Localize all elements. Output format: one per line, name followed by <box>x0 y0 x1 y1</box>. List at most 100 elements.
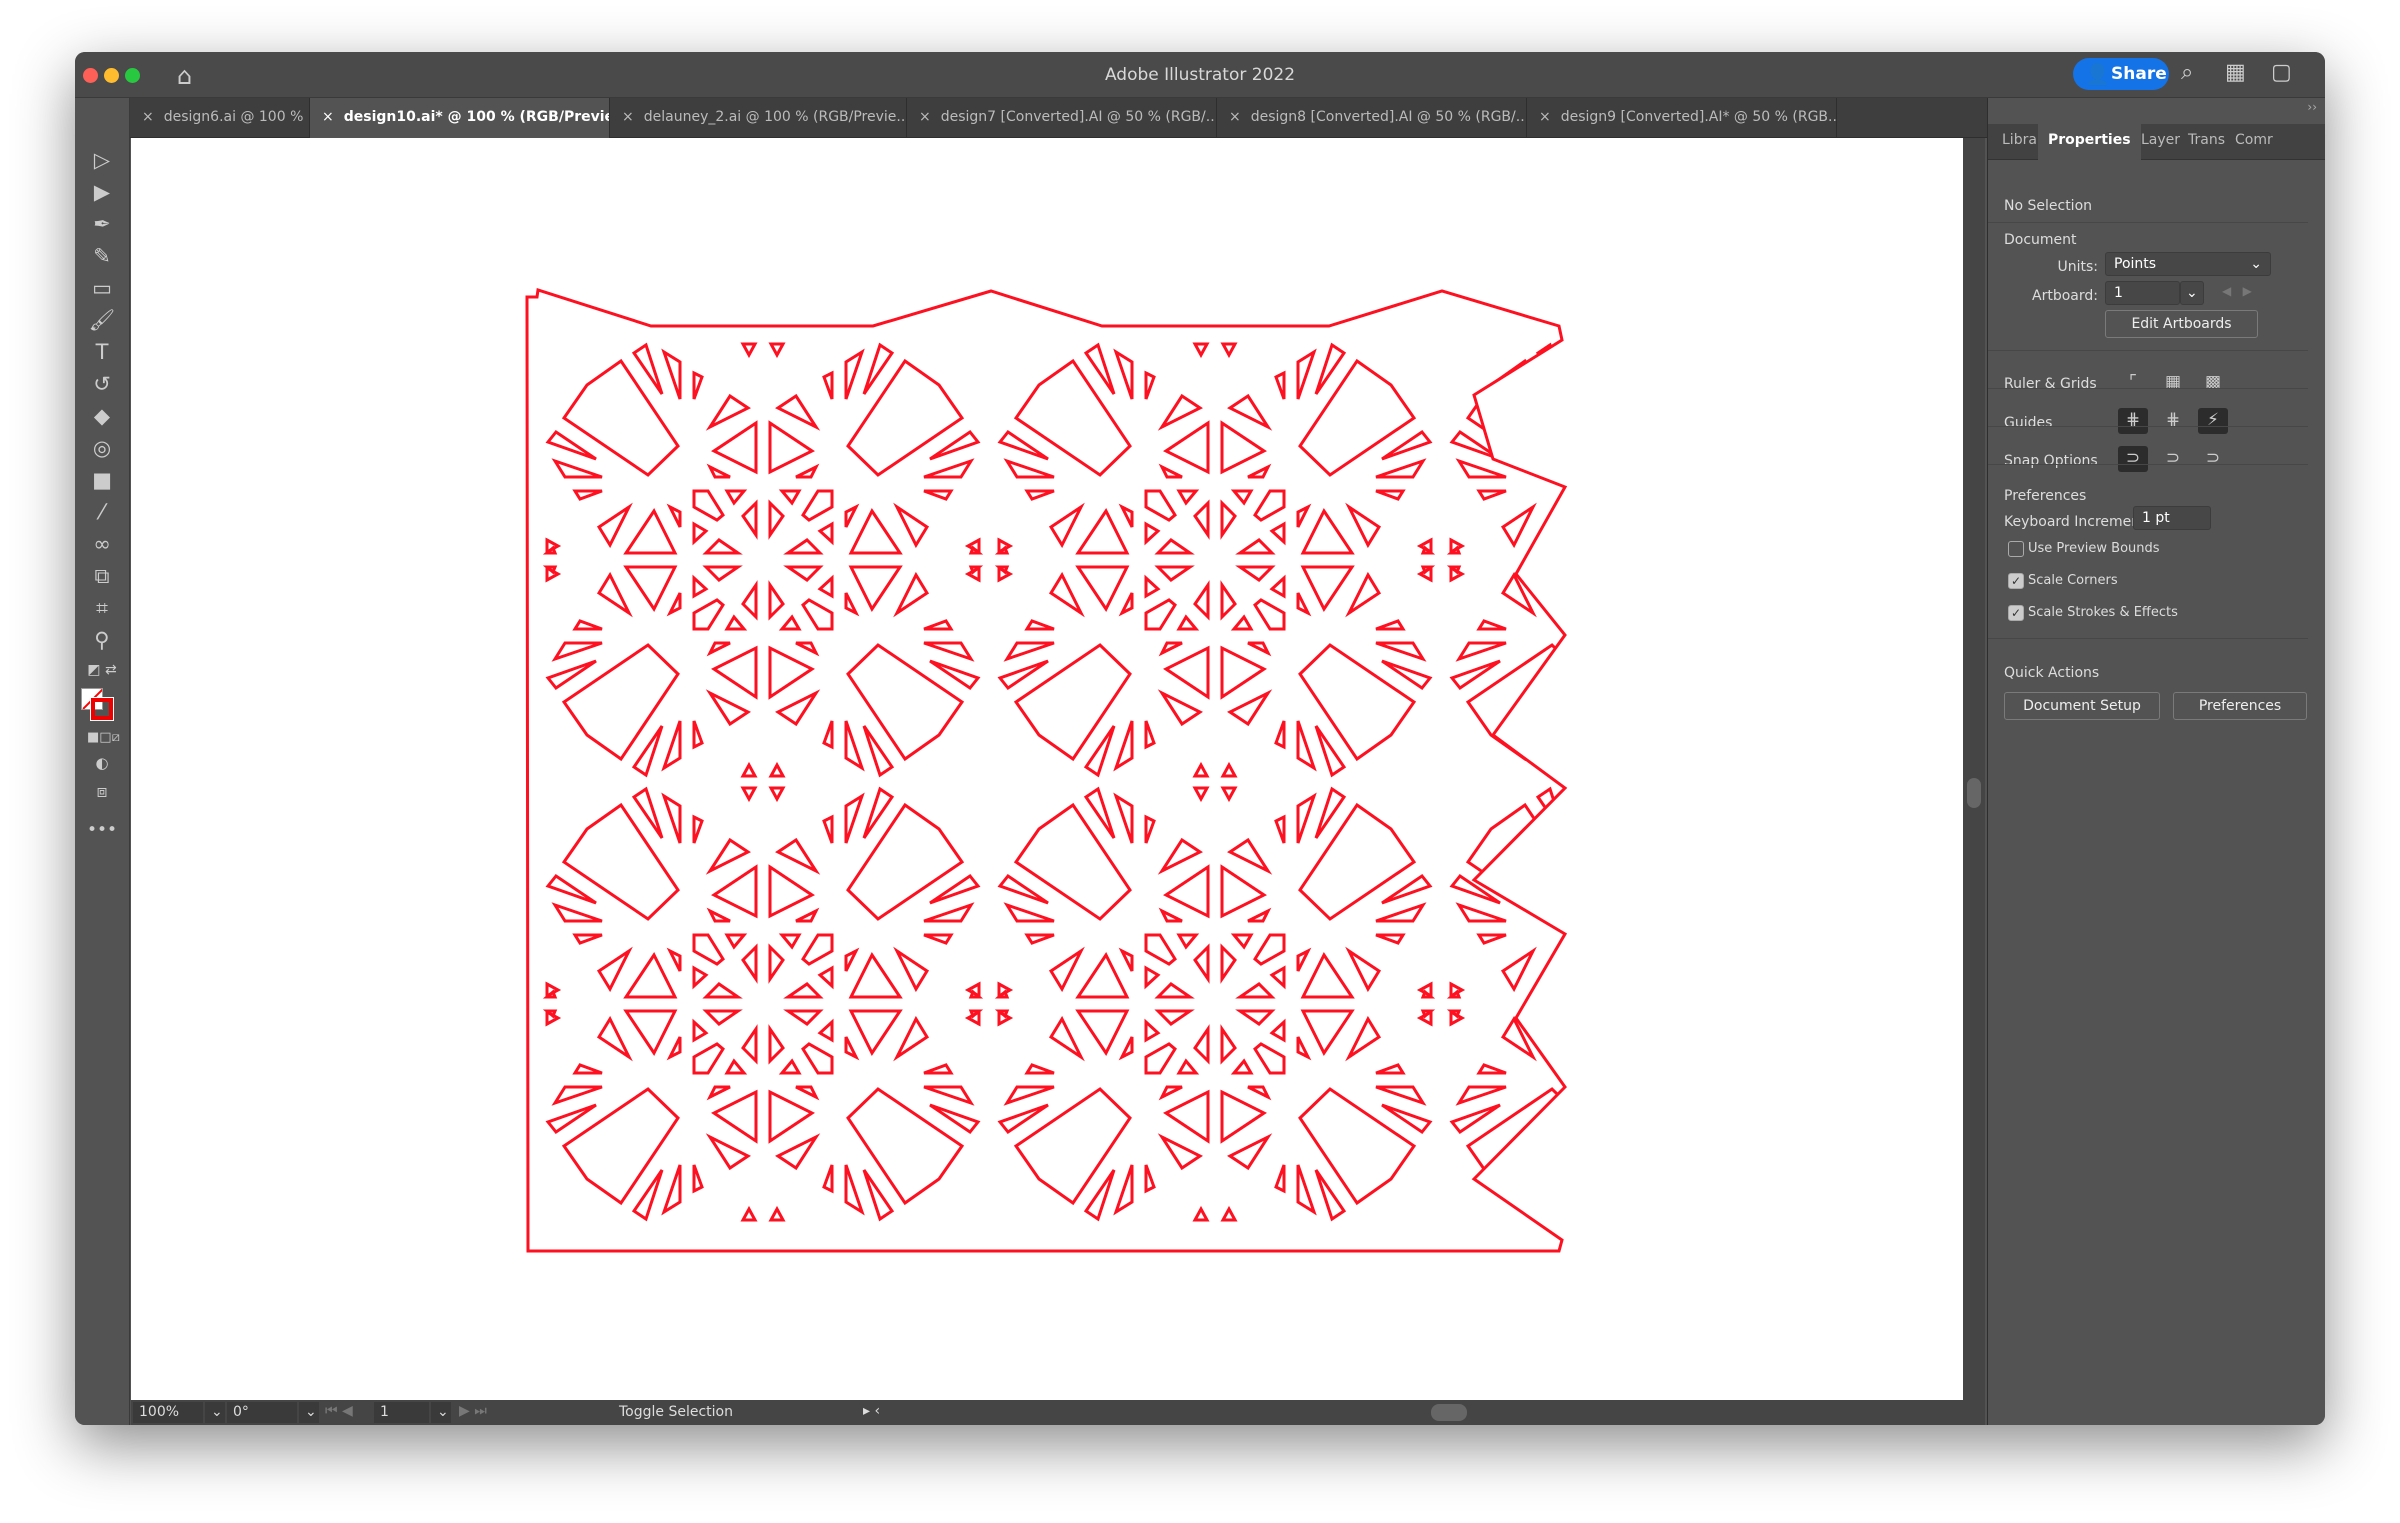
zoom-dropdown-icon[interactable]: ⌄ <box>205 1402 225 1423</box>
live-paint-tool-icon[interactable]: ⧉ <box>87 564 117 592</box>
preferences-button[interactable]: Preferences <box>2173 692 2307 720</box>
show-guides-icon[interactable]: ⋕ <box>2118 408 2148 434</box>
artwork[interactable] <box>131 138 1963 1400</box>
scale-strokes-checkbox[interactable]: ✓ <box>2008 605 2024 621</box>
next-last-artboard-icon[interactable]: ▶ ⏭ <box>459 1403 487 1419</box>
tab-transform[interactable]: Trans <box>2188 132 2225 148</box>
snap-to-point-icon[interactable]: ⊃ <box>2118 446 2148 472</box>
divider <box>1988 426 2308 427</box>
user-add-icon: 👤 <box>2085 62 2110 86</box>
keyboard-increment-input[interactable]: 1 pt <box>2133 506 2211 530</box>
artboard-prev-next-icon[interactable]: ◀ ▶ <box>2222 284 2252 298</box>
search-icon[interactable]: ⌕ <box>2181 60 2193 85</box>
artboard-field[interactable]: 1 <box>374 1402 429 1423</box>
pen-tool-icon[interactable]: ✒ <box>87 212 117 240</box>
tab-label: design8 [Converted].AI @ 50 % (RGB/... <box>1250 109 1527 125</box>
type-tool-icon[interactable]: T <box>87 340 117 368</box>
pattern-tile <box>547 788 979 1220</box>
blend-tool-icon[interactable]: ∞ <box>87 532 117 560</box>
tab-comments[interactable]: Comr <box>2235 132 2273 148</box>
tab-design9[interactable]: × design9 [Converted].AI* @ 50 % (RGB... <box>1527 98 1837 138</box>
tools-panel: ▷ ▶ ✒ ✎ ▭ 🖌 T ↺ ◆ ◎ ■ ⁄ ∞ ⧉ ⌗ ⚲ ◩ ⇄ ■□⧄ … <box>75 98 130 1425</box>
tab-design10[interactable]: × design10.ai* @ 100 % (RGB/Preview) <box>310 98 610 138</box>
workspace-icon[interactable]: ▦ <box>2225 60 2246 85</box>
horizontal-scroll-thumb[interactable] <box>1431 1404 1467 1421</box>
quick-actions-heading: Quick Actions <box>2004 665 2100 681</box>
units-select[interactable]: Points ⌄ <box>2105 252 2271 276</box>
snap-to-pixel-icon[interactable]: ⊃ <box>2198 446 2228 472</box>
collapse-panel-icon[interactable]: ›› <box>2307 100 2317 114</box>
divider <box>1988 350 2308 351</box>
divider <box>1988 464 2308 465</box>
eraser-tool-icon[interactable]: ◆ <box>87 404 117 432</box>
first-prev-artboard-icon[interactable]: ⏮ ◀ <box>325 1403 353 1419</box>
artboard-label: Artboard: <box>2032 288 2098 304</box>
units-label: Units: <box>2057 259 2098 275</box>
tab-design6[interactable]: × design6.ai @ 100 % (RGB/Previe... <box>130 98 310 138</box>
close-tab-icon[interactable]: × <box>622 109 634 125</box>
rotation-field[interactable]: 0° <box>227 1402 297 1423</box>
stroke-swatch[interactable] <box>90 697 114 721</box>
document-setup-button[interactable]: Document Setup <box>2004 692 2160 720</box>
panel-toggle-icon[interactable]: ▢ <box>2271 60 2292 85</box>
eyedropper-tool-icon[interactable]: ⁄ <box>87 500 117 528</box>
scale-corners-label: Scale Corners <box>2028 573 2118 588</box>
scale-strokes-label: Scale Strokes & Effects <box>2028 605 2178 620</box>
pattern-tile <box>1451 344 1883 776</box>
close-tab-icon[interactable]: × <box>142 109 154 125</box>
tab-label: delauney_2.ai @ 100 % (RGB/Previe... <box>643 109 907 125</box>
ruler-icon[interactable]: ⌜ <box>2118 370 2148 396</box>
close-tab-icon[interactable]: × <box>1229 109 1241 125</box>
smart-guides-icon[interactable]: ⚡ <box>2198 408 2228 434</box>
properties-panel: ›› Libra Properties Layer Trans Comr No … <box>1987 98 2325 1425</box>
ruler-grids-label: Ruler & Grids <box>2004 376 2097 392</box>
close-tab-icon[interactable]: × <box>322 109 334 125</box>
document-tabs: × design6.ai @ 100 % (RGB/Previe... × desi… <box>130 98 1987 138</box>
tab-layers[interactable]: Layer <box>2141 132 2180 148</box>
window-title: Adobe Illustrator 2022 <box>1104 65 1296 85</box>
artboard-dropdown-icon[interactable]: ⌄ <box>431 1402 451 1423</box>
pattern-tile <box>999 788 1431 1220</box>
selection-tool-icon[interactable]: ▷ <box>87 148 117 176</box>
snap-to-grid-icon[interactable]: ⊃ <box>2158 446 2188 472</box>
tab-delauney-2[interactable]: × delauney_2.ai @ 100 % (RGB/Previe... <box>610 98 907 138</box>
artboard-dropdown-icon[interactable]: ⌄ <box>2180 281 2204 305</box>
artboard-tool-icon[interactable]: ⌗ <box>87 596 117 624</box>
status-menu-arrow-icon[interactable]: ▸ ‹ <box>863 1403 880 1419</box>
share-button[interactable]: 👤 Share <box>2073 58 2169 90</box>
use-preview-bounds-label: Use Preview Bounds <box>2028 541 2160 556</box>
direct-selection-tool-icon[interactable]: ▶ <box>87 180 117 208</box>
close-tab-icon[interactable]: × <box>919 109 931 125</box>
use-preview-bounds-checkbox[interactable] <box>2008 541 2024 557</box>
shape-builder-tool-icon[interactable]: ◎ <box>87 436 117 464</box>
scale-corners-checkbox[interactable]: ✓ <box>2008 573 2024 589</box>
close-tab-icon[interactable]: × <box>1539 109 1551 125</box>
gradient-tool-icon[interactable]: ■ <box>87 468 117 496</box>
default-colors-icon[interactable]: ◩ ⇄ <box>87 662 117 690</box>
vertical-scrollbar[interactable] <box>1963 138 1985 1400</box>
divider <box>1988 638 2308 639</box>
curvature-tool-icon[interactable]: ✎ <box>87 244 117 272</box>
zoom-tool-icon[interactable]: ⚲ <box>87 628 117 656</box>
rotation-dropdown-icon[interactable]: ⌄ <box>299 1402 319 1423</box>
status-toggle-selection[interactable]: Toggle Selection <box>541 1404 811 1420</box>
artboard-input[interactable]: 1 <box>2105 281 2180 305</box>
drawing-mode-icon[interactable]: ◐ <box>87 754 117 782</box>
paintbrush-tool-icon[interactable]: 🖌 <box>87 308 117 336</box>
tab-design8[interactable]: × design8 [Converted].AI @ 50 % (RGB/... <box>1217 98 1527 138</box>
tab-properties[interactable]: Properties <box>2038 124 2141 161</box>
scroll-thumb[interactable] <box>1967 778 1981 808</box>
tab-libraries[interactable]: Libra <box>2002 132 2037 148</box>
grid-icon[interactable]: ▦ <box>2158 370 2188 396</box>
zoom-field[interactable]: 100% <box>133 1402 203 1423</box>
canvas[interactable] <box>131 138 1963 1400</box>
edit-artboards-button[interactable]: Edit Artboards <box>2105 310 2258 338</box>
panel-tabs: Libra Properties Layer Trans Comr <box>1988 124 2325 161</box>
screen-mode-icon[interactable]: ⧈ <box>87 782 117 810</box>
transparency-grid-icon[interactable]: ▩ <box>2198 370 2228 396</box>
more-tools-icon[interactable]: ••• <box>87 820 117 848</box>
lock-guides-icon[interactable]: ⋕ <box>2158 408 2188 434</box>
rectangle-tool-icon[interactable]: ▭ <box>87 276 117 304</box>
rotate-tool-icon[interactable]: ↺ <box>87 372 117 400</box>
tab-design7[interactable]: × design7 [Converted].AI @ 50 % (RGB/... <box>907 98 1217 138</box>
